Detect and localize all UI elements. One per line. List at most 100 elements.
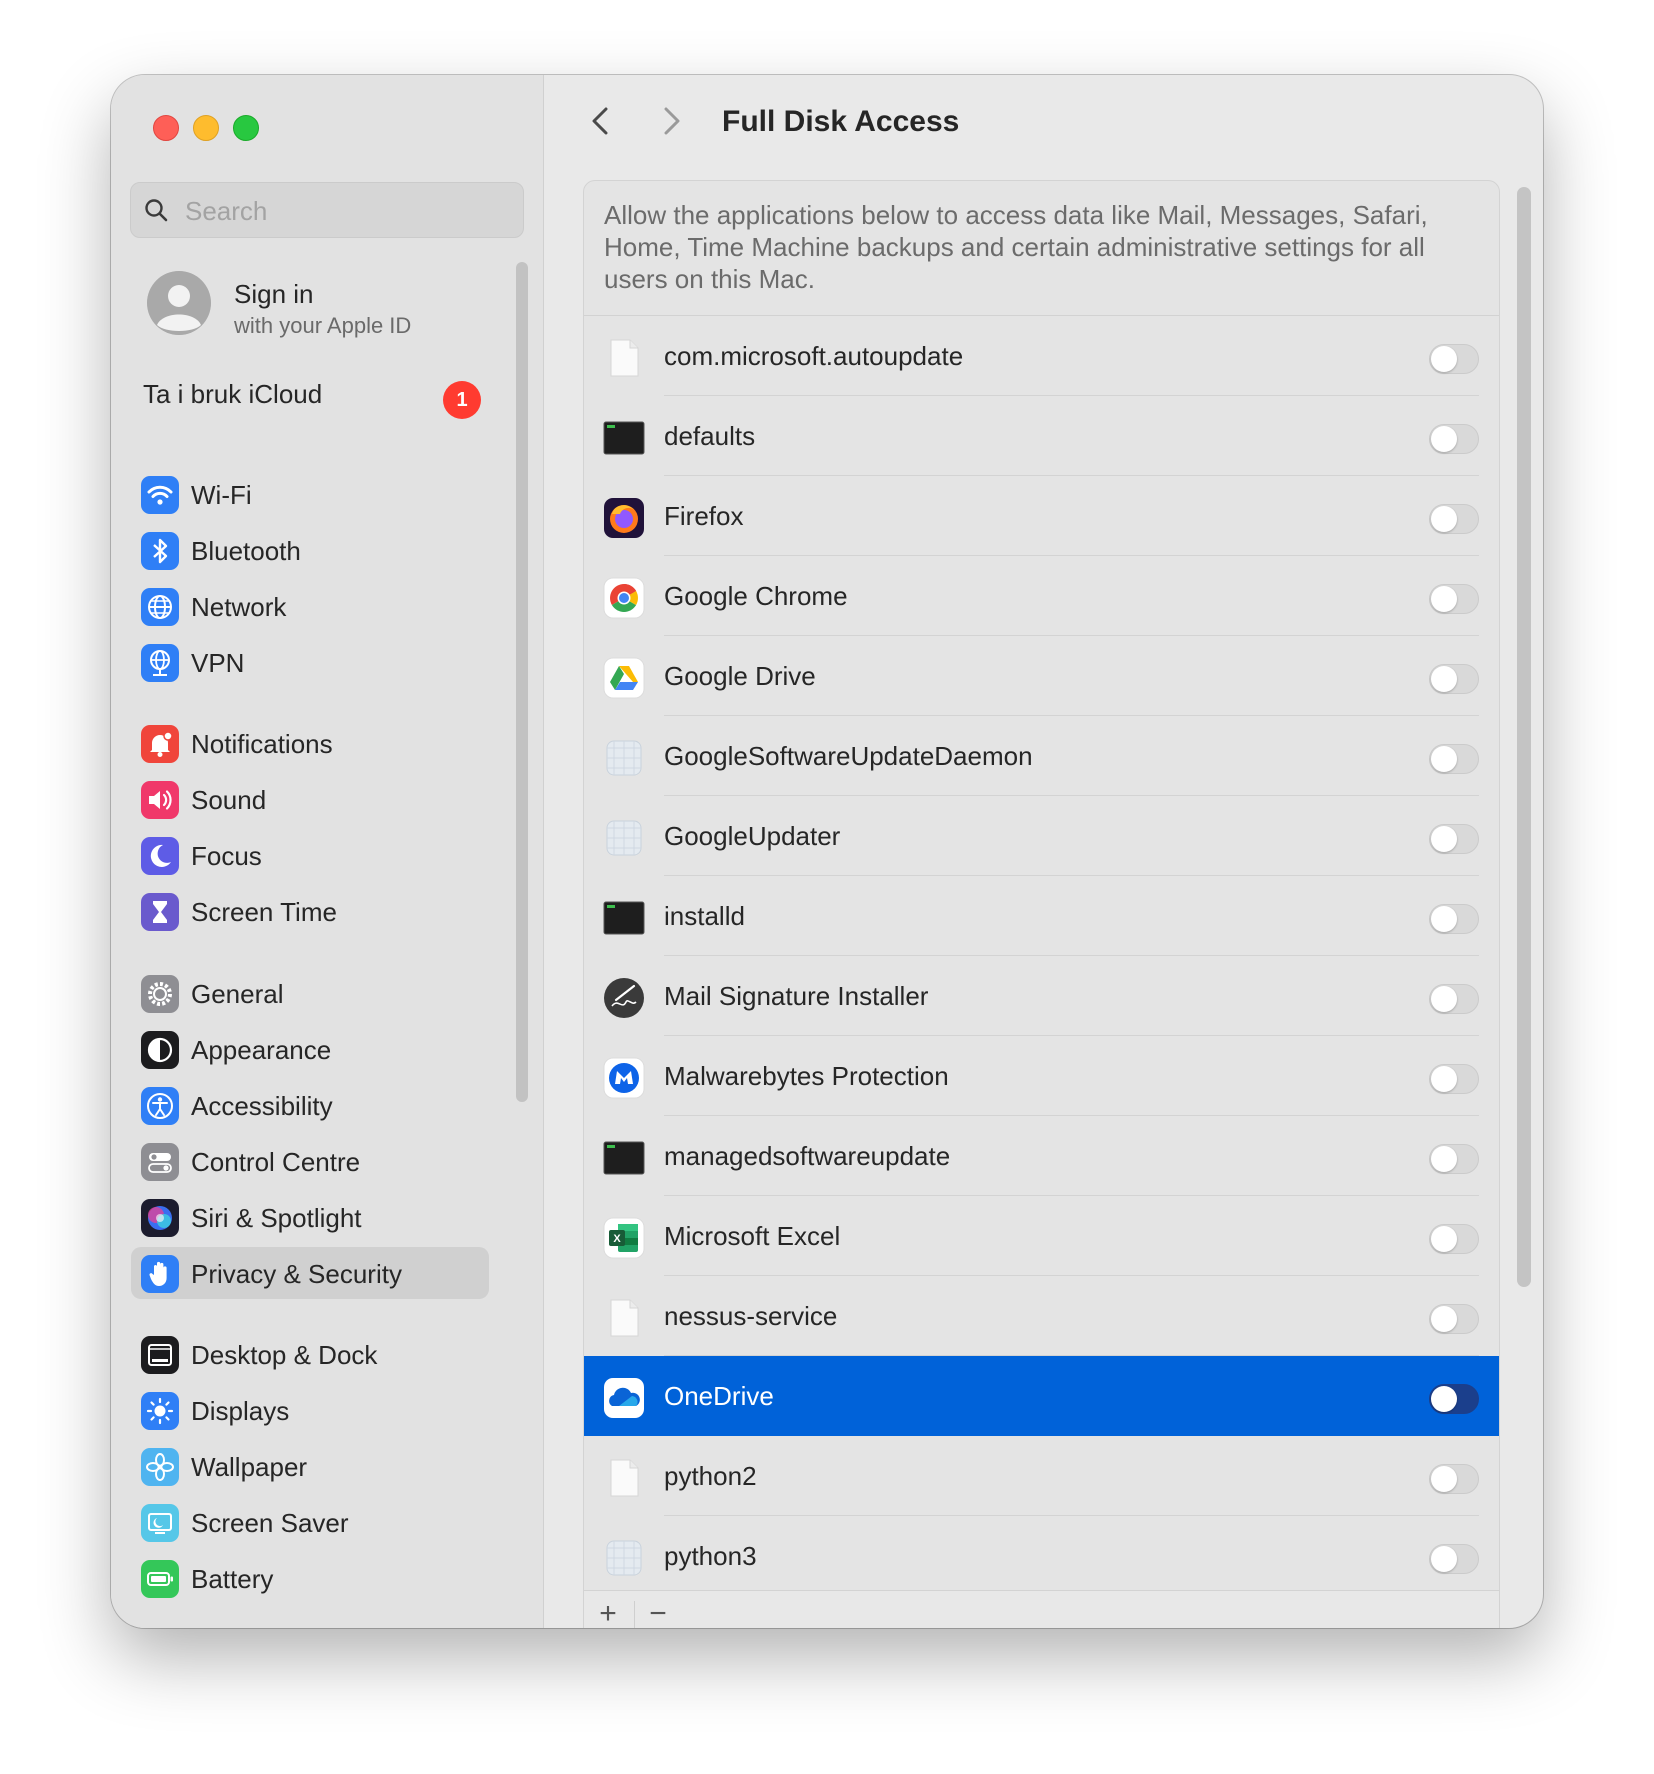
app-name: OneDrive	[664, 1381, 774, 1411]
access-toggle[interactable]	[1429, 424, 1479, 454]
sidebar-item-screen-time[interactable]: Screen Time	[131, 885, 489, 937]
app-row[interactable]: GoogleSoftwareUpdateDaemon	[584, 716, 1499, 796]
sidebar-item-label: Siri & Spotlight	[191, 1203, 362, 1233]
app-row[interactable]: Google Chrome	[584, 556, 1499, 636]
access-toggle[interactable]	[1429, 1224, 1479, 1254]
app-name: Google Drive	[664, 661, 816, 691]
screensaver-icon	[141, 1504, 179, 1542]
sidebar-item-network[interactable]: Network	[131, 580, 489, 632]
app-row[interactable]: GoogleUpdater	[584, 796, 1499, 876]
sidebar-item-label: Desktop & Dock	[191, 1340, 378, 1370]
search-input[interactable]: Search	[130, 182, 524, 238]
remove-app-button[interactable]: −	[638, 1597, 678, 1628]
app-name: Mail Signature Installer	[664, 981, 929, 1011]
app-name: Microsoft Excel	[664, 1221, 841, 1251]
speaker-icon	[141, 781, 179, 819]
access-toggle[interactable]	[1429, 504, 1479, 534]
sidebar-item-displays[interactable]: Displays	[131, 1384, 489, 1436]
app-row[interactable]: python2	[584, 1436, 1499, 1516]
app-row[interactable]: managedsoftwareupdate	[584, 1116, 1499, 1196]
app-row[interactable]: nessus-service	[584, 1276, 1499, 1356]
toggles-icon	[141, 1143, 179, 1181]
sidebar-item-label: Control Centre	[191, 1147, 361, 1177]
sidebar-item-label: Notifications	[191, 729, 333, 759]
app-row[interactable]: Mail Signature Installer	[584, 956, 1499, 1036]
sidebar-item-label: Screen Saver	[191, 1508, 349, 1538]
sidebar-item-sound[interactable]: Sound	[131, 773, 489, 825]
sidebar-item-control-centre[interactable]: Control Centre	[131, 1135, 489, 1187]
app-row[interactable]: Firefox	[584, 476, 1499, 556]
sidebar-item-desktop-dock[interactable]: Desktop & Dock	[131, 1328, 489, 1380]
sidebar-item-privacy-security[interactable]: Privacy & Security	[131, 1247, 489, 1299]
app-row[interactable]: defaults	[584, 396, 1499, 476]
add-app-button[interactable]: +	[588, 1597, 628, 1628]
blank-document-icon	[602, 1296, 646, 1340]
sidebar-item-label: Appearance	[191, 1035, 332, 1065]
app-row[interactable]: com.microsoft.autoupdate	[584, 316, 1499, 396]
sidebar-item-label: Wallpaper	[191, 1452, 308, 1482]
app-name: GoogleUpdater	[664, 821, 841, 851]
sun-icon	[141, 1392, 179, 1430]
main-scrollbar[interactable]	[1517, 187, 1531, 1287]
app-list-panel: Allow the applications below to access d…	[583, 180, 1500, 1628]
svg-text:X: X	[613, 1233, 621, 1245]
sidebar-item-wifi[interactable]: Wi-Fi	[131, 468, 489, 520]
sidebar-item-notifications[interactable]: Notifications	[131, 717, 489, 769]
app-row[interactable]: X Microsoft Excel	[584, 1196, 1499, 1276]
access-toggle[interactable]	[1429, 1544, 1479, 1574]
app-name: installd	[664, 901, 745, 931]
zoom-window-button[interactable]	[233, 115, 259, 141]
sidebar-scrollbar[interactable]	[516, 262, 528, 1102]
sidebar-item-screen-saver[interactable]: Screen Saver	[131, 1496, 489, 1548]
access-toggle[interactable]	[1429, 1144, 1479, 1174]
bluetooth-icon	[141, 532, 179, 570]
sidebar-item-wallpaper[interactable]: Wallpaper	[131, 1440, 489, 1492]
gear-icon	[141, 975, 179, 1013]
dock-icon	[141, 1336, 179, 1374]
blank-document-icon	[602, 1456, 646, 1500]
access-toggle[interactable]	[1429, 344, 1479, 374]
access-toggle[interactable]	[1429, 984, 1479, 1014]
sidebar-item-label: Displays	[191, 1396, 290, 1426]
sidebar-item-battery[interactable]: Battery	[131, 1552, 489, 1604]
access-toggle[interactable]	[1429, 1464, 1479, 1494]
vpn-globe-icon	[141, 644, 179, 682]
description-text: Allow the applications below to access d…	[604, 200, 1428, 294]
sidebar-item-siri-spotlight[interactable]: Siri & Spotlight	[131, 1191, 489, 1243]
back-button[interactable]	[581, 101, 621, 141]
excel-icon: X	[602, 1216, 646, 1260]
access-toggle[interactable]	[1429, 904, 1479, 934]
close-window-button[interactable]	[153, 115, 179, 141]
app-row[interactable]: Malwarebytes Protection	[584, 1036, 1499, 1116]
malwarebytes-icon	[602, 1056, 646, 1100]
globe-icon	[141, 588, 179, 626]
sidebar-item-accessibility[interactable]: Accessibility	[131, 1079, 489, 1131]
icloud-item[interactable]: Ta i bruk iCloud	[143, 379, 322, 410]
access-toggle[interactable]	[1429, 1384, 1479, 1414]
chevron-right-icon	[664, 107, 680, 135]
minimize-window-button[interactable]	[193, 115, 219, 141]
moon-icon	[141, 837, 179, 875]
apple-id-signin[interactable]: Sign in with your Apple ID	[147, 271, 527, 341]
sidebar-item-vpn[interactable]: VPN	[131, 636, 489, 688]
sidebar-item-appearance[interactable]: Appearance	[131, 1023, 489, 1075]
access-toggle[interactable]	[1429, 1064, 1479, 1094]
forward-button[interactable]	[651, 101, 691, 141]
app-row[interactable]: Google Drive	[584, 636, 1499, 716]
access-toggle[interactable]	[1429, 824, 1479, 854]
generic-app-icon	[602, 736, 646, 780]
access-toggle[interactable]	[1429, 584, 1479, 614]
sidebar-item-bluetooth[interactable]: Bluetooth	[131, 524, 489, 576]
sidebar-item-label: VPN	[191, 648, 245, 678]
access-toggle[interactable]	[1429, 1304, 1479, 1334]
search-icon	[143, 197, 169, 223]
onedrive-icon	[602, 1376, 646, 1420]
access-toggle[interactable]	[1429, 744, 1479, 774]
app-row[interactable]: installd	[584, 876, 1499, 956]
app-row-selected[interactable]: OneDrive	[584, 1356, 1499, 1436]
sidebar-item-general[interactable]: General	[131, 967, 489, 1019]
signin-subtitle: with your Apple ID	[234, 313, 412, 338]
app-row[interactable]: python3	[584, 1516, 1499, 1596]
sidebar-item-focus[interactable]: Focus	[131, 829, 489, 881]
access-toggle[interactable]	[1429, 664, 1479, 694]
